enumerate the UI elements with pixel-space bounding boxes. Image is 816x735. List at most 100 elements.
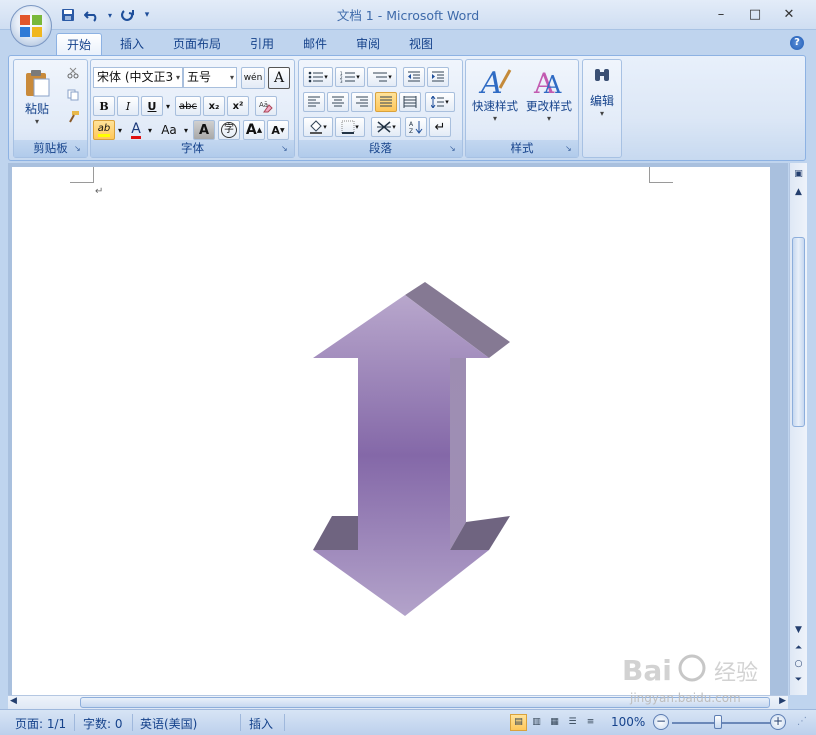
grow-font-button[interactable]: A ▲ bbox=[243, 120, 265, 140]
paste-button[interactable]: 粘贴 ▾ bbox=[18, 64, 56, 130]
vertical-scrollbar[interactable]: ▣ ▲ ▼ ⏶ ○ ⏷ bbox=[789, 163, 807, 695]
zoom-out-button[interactable]: − bbox=[653, 714, 669, 730]
language-indicator[interactable]: 英语(美国) bbox=[140, 715, 197, 732]
previous-page-icon[interactable]: ⏶ bbox=[792, 643, 805, 653]
enclose-characters-button[interactable]: 字 bbox=[218, 120, 240, 140]
font-color-letter: A bbox=[131, 120, 141, 139]
borders-icon[interactable]: ▾ bbox=[335, 117, 365, 137]
status-bar: 页面: 1/1 字数: 0 英语(美国) 插入 ▤ ▥ ▦ ☰ ≡ 100% −… bbox=[0, 709, 816, 735]
multilevel-list-icon[interactable]: ▾ bbox=[367, 67, 397, 87]
bullets-icon[interactable]: ▾ bbox=[303, 67, 333, 87]
font-size-dropdown-icon[interactable]: ▾ bbox=[230, 68, 234, 87]
shrink-font-button[interactable]: A ▼ bbox=[267, 120, 289, 140]
editing-button[interactable]: 编辑 ▾ bbox=[585, 63, 619, 135]
highlight-dropdown-icon[interactable]: ▾ bbox=[115, 120, 125, 140]
tab-home[interactable]: 开始 bbox=[56, 33, 103, 56]
align-right-icon[interactable] bbox=[351, 92, 373, 112]
web-layout-icon[interactable]: ▦ bbox=[546, 714, 563, 731]
character-border-button[interactable]: A bbox=[268, 67, 290, 89]
distributed-icon[interactable] bbox=[399, 92, 421, 112]
change-styles-dropdown-icon: ▾ bbox=[546, 114, 551, 123]
scroll-up-icon[interactable]: ▲ bbox=[792, 187, 805, 197]
font-name-combo[interactable]: 宋体 (中文正3 ▾ bbox=[93, 67, 183, 88]
italic-button[interactable]: I bbox=[117, 96, 139, 116]
shrink-font-letter: A bbox=[271, 123, 280, 137]
word-count[interactable]: 字数: 0 bbox=[83, 715, 123, 732]
format-painter-icon[interactable] bbox=[64, 109, 82, 125]
sort-icon[interactable]: AZ bbox=[405, 117, 427, 137]
font-color-dropdown-icon[interactable]: ▾ bbox=[145, 120, 155, 140]
document-page[interactable]: ↵ bbox=[12, 167, 770, 695]
shading-icon[interactable]: ▾ bbox=[303, 117, 333, 137]
zoom-in-button[interactable]: + bbox=[770, 714, 786, 730]
tab-references[interactable]: 引用 bbox=[240, 33, 284, 56]
insert-mode[interactable]: 插入 bbox=[249, 715, 273, 732]
copy-icon[interactable] bbox=[64, 87, 82, 103]
maximize-button[interactable]: □ bbox=[738, 4, 772, 24]
font-color-button[interactable]: A bbox=[127, 120, 145, 140]
draft-view-icon[interactable]: ≡ bbox=[582, 714, 599, 731]
resize-grip-icon[interactable]: ⋰ bbox=[797, 716, 807, 727]
zoom-level[interactable]: 100% bbox=[611, 715, 645, 729]
close-button[interactable]: ✕ bbox=[772, 4, 806, 24]
page-count[interactable]: 页面: 1/1 bbox=[15, 715, 66, 732]
tab-mailings[interactable]: 邮件 bbox=[293, 33, 337, 56]
full-screen-reading-icon[interactable]: ▥ bbox=[528, 714, 545, 731]
highlight-button[interactable]: ab bbox=[93, 120, 115, 140]
phonetic-guide-button[interactable]: wén bbox=[241, 67, 265, 89]
clear-formatting-icon[interactable]: Aā bbox=[255, 96, 277, 116]
increase-indent-icon[interactable] bbox=[427, 67, 449, 87]
help-icon[interactable]: ? bbox=[790, 36, 804, 50]
character-shading-button[interactable]: A bbox=[193, 120, 215, 140]
tab-page-layout[interactable]: 页面布局 bbox=[163, 33, 231, 56]
subscript-button[interactable]: x₂ bbox=[203, 96, 225, 116]
paragraph-group: ▾ 1 2 3 ▾ ▾ ▾ ▾ ▾ ▾ A Z ↵ 段落 ↘ bbox=[298, 59, 463, 158]
font-size-combo[interactable]: 五号 ▾ bbox=[183, 67, 237, 88]
tab-review[interactable]: 审阅 bbox=[346, 33, 390, 56]
grow-font-letter: A bbox=[245, 122, 257, 138]
zoom-slider-thumb[interactable] bbox=[714, 715, 722, 729]
font-name-dropdown-icon[interactable]: ▾ bbox=[176, 68, 180, 87]
editing-dropdown-icon: ▾ bbox=[599, 109, 604, 118]
clipboard-launcher-icon[interactable]: ↘ bbox=[74, 144, 84, 154]
zoom-slider-track[interactable] bbox=[672, 722, 772, 724]
change-case-dropdown-icon[interactable]: ▾ bbox=[181, 120, 191, 140]
scroll-left-icon[interactable]: ◀ bbox=[10, 696, 17, 706]
styles-launcher-icon[interactable]: ↘ bbox=[565, 144, 575, 154]
paragraph-launcher-icon[interactable]: ↘ bbox=[449, 144, 459, 154]
up-down-arrow-shape[interactable] bbox=[12, 167, 770, 695]
bold-button[interactable]: B bbox=[93, 96, 115, 116]
underline-dropdown-icon[interactable]: ▾ bbox=[163, 96, 173, 116]
superscript-button[interactable]: x² bbox=[227, 96, 249, 116]
line-spacing-icon[interactable]: ▾ bbox=[425, 92, 455, 112]
align-left-icon[interactable] bbox=[303, 92, 325, 112]
decrease-indent-icon[interactable] bbox=[403, 67, 425, 87]
underline-button[interactable]: U bbox=[141, 96, 163, 116]
cut-icon[interactable] bbox=[64, 65, 82, 81]
vertical-scroll-thumb[interactable] bbox=[792, 237, 805, 427]
font-launcher-icon[interactable]: ↘ bbox=[281, 144, 291, 154]
quick-styles-button[interactable]: A 快速样式 ▾ bbox=[468, 63, 522, 133]
minimize-button[interactable]: – bbox=[704, 4, 738, 24]
scroll-right-icon[interactable]: ▶ bbox=[779, 696, 786, 706]
tab-insert[interactable]: 插入 bbox=[110, 33, 154, 56]
scroll-down-icon[interactable]: ▼ bbox=[792, 625, 805, 635]
select-browse-object-icon[interactable]: ○ bbox=[792, 659, 805, 669]
outline-view-icon[interactable]: ☰ bbox=[564, 714, 581, 731]
change-styles-button[interactable]: A A 更改样式 ▾ bbox=[522, 63, 576, 133]
justify-icon[interactable] bbox=[375, 92, 397, 112]
strikethrough-button[interactable]: abc bbox=[175, 96, 201, 116]
numbering-icon[interactable]: 1 2 3 ▾ bbox=[335, 67, 365, 87]
office-button[interactable] bbox=[10, 5, 52, 47]
change-styles-label: 更改样式 bbox=[526, 99, 572, 113]
next-page-icon[interactable]: ⏷ bbox=[792, 675, 805, 685]
ruler-toggle-icon[interactable]: ▣ bbox=[792, 169, 805, 179]
align-center-icon[interactable] bbox=[327, 92, 349, 112]
office-logo-icon bbox=[20, 15, 42, 37]
change-case-button[interactable]: Aa bbox=[157, 120, 181, 140]
print-layout-view-icon[interactable]: ▤ bbox=[510, 714, 527, 731]
tab-view[interactable]: 视图 bbox=[399, 33, 443, 56]
show-marks-icon[interactable]: ↵ bbox=[429, 117, 451, 137]
chinese-layout-icon[interactable]: ▾ bbox=[371, 117, 401, 137]
quick-styles-label: 快速样式 bbox=[472, 99, 518, 113]
